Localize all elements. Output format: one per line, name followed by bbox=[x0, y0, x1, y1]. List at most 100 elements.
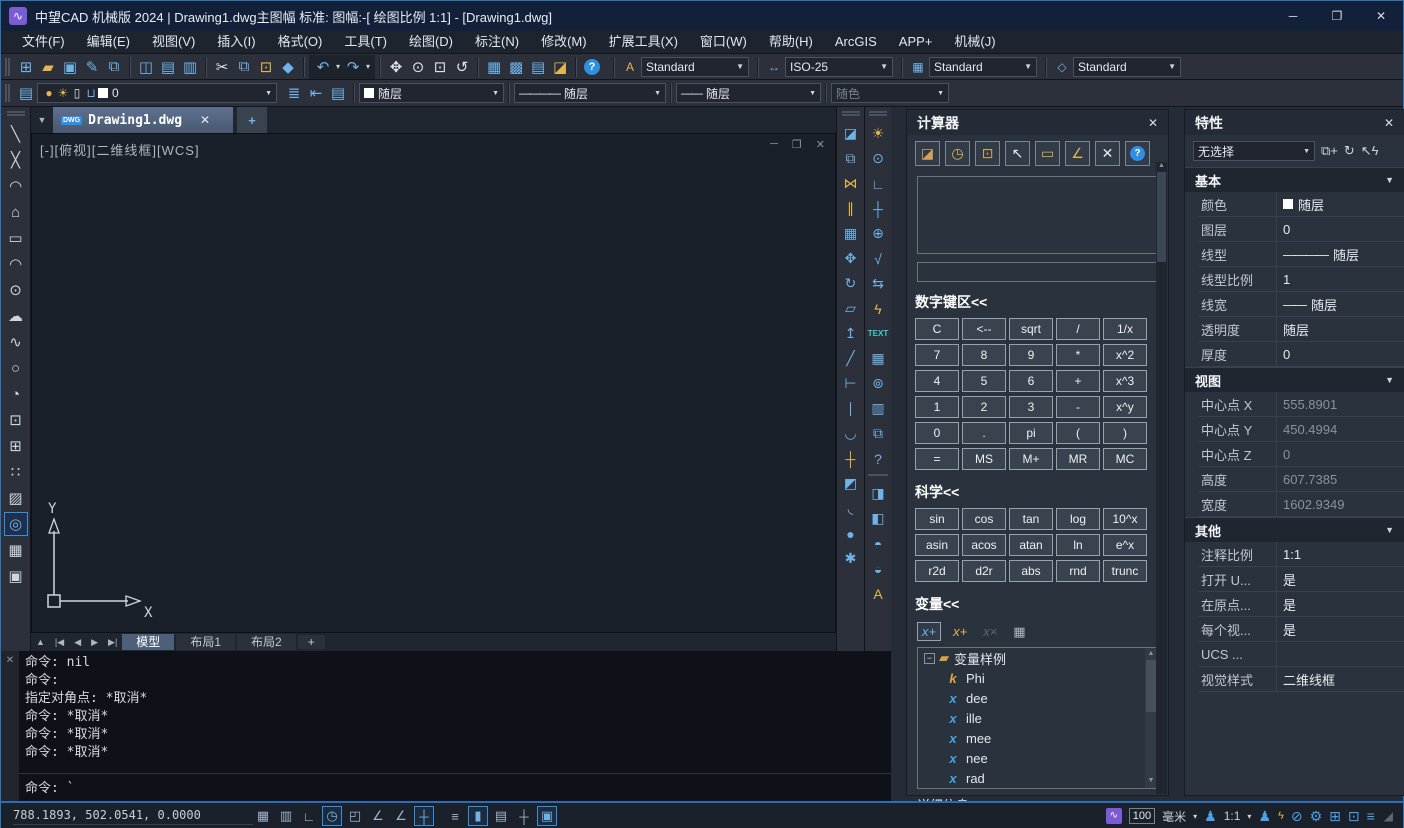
key-6[interactable]: 6 bbox=[1009, 370, 1053, 392]
hatch-button[interactable]: ▨ bbox=[4, 486, 28, 510]
key-trunc[interactable]: trunc bbox=[1103, 560, 1147, 582]
prop-row-ucs-name[interactable]: UCS ... bbox=[1199, 642, 1404, 667]
menu-app-plus[interactable]: APP+ bbox=[888, 31, 944, 53]
copy-clip-button[interactable]: ⧉ bbox=[233, 56, 255, 78]
circle-button[interactable]: ⊙ bbox=[4, 278, 28, 302]
purge-button[interactable]: ◪ bbox=[549, 56, 571, 78]
zoom-previous-button[interactable]: ↺ bbox=[451, 56, 473, 78]
key-abs[interactable]: abs bbox=[1009, 560, 1053, 582]
chevron-down-icon[interactable]: ▼ bbox=[1297, 148, 1310, 155]
menu-mechanical[interactable]: 机械(J) bbox=[943, 31, 1006, 53]
calc-input-field[interactable] bbox=[917, 262, 1158, 282]
prop-row-lineweight[interactable]: 线宽 ——随层 bbox=[1199, 292, 1404, 317]
spline-button[interactable]: ∿ bbox=[4, 330, 28, 354]
command-history[interactable]: 命令: nil 命令: 指定对角点: *取消* 命令: *取消* 命令: *取消… bbox=[19, 651, 891, 773]
collapse-icon[interactable]: − bbox=[924, 653, 935, 664]
chevron-down-icon[interactable]: ▾ bbox=[1247, 812, 1251, 821]
polar-toggle[interactable]: ◷ bbox=[322, 806, 342, 826]
annotation-toggle[interactable]: ▤ bbox=[491, 806, 511, 826]
command-close-icon[interactable]: ✕ bbox=[6, 655, 14, 666]
grid-toggle[interactable]: ▦ bbox=[253, 806, 273, 826]
document-tab[interactable]: DWG Drawing1.dwg ✕ bbox=[53, 107, 233, 133]
resize-grip[interactable]: ◢ bbox=[1384, 809, 1393, 823]
drawing-canvas[interactable]: [-][俯视][二维线框][WCS] ─ ❐ ✕ Y X bbox=[31, 133, 836, 633]
toolbar-grip[interactable] bbox=[869, 111, 887, 116]
annotation-visibility-icon[interactable]: ♟ bbox=[1258, 808, 1271, 825]
dynamic-input-toggle[interactable]: ▣ bbox=[537, 806, 557, 826]
mech-help-button[interactable]: ? bbox=[867, 446, 889, 471]
key-mc[interactable]: MC bbox=[1103, 448, 1147, 470]
prop-row-center-z[interactable]: 中心点 Z 0 bbox=[1199, 442, 1404, 467]
properties-close-icon[interactable]: ✕ bbox=[1384, 116, 1394, 130]
key-ln[interactable]: ln bbox=[1056, 534, 1100, 556]
open-file-button[interactable]: ▰ bbox=[37, 56, 59, 78]
plot-preview-button[interactable]: ◫ bbox=[135, 56, 157, 78]
scientific-section-label[interactable]: 科学<< bbox=[907, 472, 1168, 506]
scroll-up-icon[interactable]: ▲ bbox=[1156, 162, 1167, 169]
menu-file[interactable]: 文件(F) bbox=[11, 31, 76, 53]
layer-previous-button[interactable]: ⇤ bbox=[305, 82, 327, 104]
key-sqrt[interactable]: sqrt bbox=[1009, 318, 1053, 340]
toolbar-grip[interactable] bbox=[842, 111, 860, 116]
scale-value-box[interactable]: 100 bbox=[1129, 808, 1155, 824]
key-plus[interactable]: + bbox=[1056, 370, 1100, 392]
menu-edit[interactable]: 编辑(E) bbox=[76, 31, 141, 53]
new-document-tab-button[interactable]: + bbox=[237, 107, 267, 133]
new-variable-button[interactable]: x+ bbox=[917, 622, 941, 641]
table-button[interactable]: ▦ bbox=[4, 538, 28, 562]
calc-clear-button[interactable]: ◪ bbox=[915, 141, 940, 166]
lineweight-list-toggle[interactable]: ≡ bbox=[445, 806, 465, 826]
chevron-down-icon[interactable]: ▼ bbox=[1385, 375, 1394, 385]
menu-arcgis[interactable]: ArcGIS bbox=[824, 31, 888, 53]
point-button[interactable]: ∷ bbox=[4, 460, 28, 484]
trim-button[interactable]: ╱ bbox=[840, 346, 862, 371]
select-objects-button[interactable]: ↻ bbox=[1344, 143, 1355, 159]
redo-button[interactable]: ↷ bbox=[342, 56, 364, 78]
command-input[interactable]: 命令: ` bbox=[19, 773, 891, 801]
lineweight-combo[interactable]: —— 随层 ▼ bbox=[676, 83, 821, 103]
make-block-button[interactable]: ⊞ bbox=[4, 434, 28, 458]
offset-button[interactable]: ∥ bbox=[840, 196, 862, 221]
calc-history-box[interactable] bbox=[917, 176, 1158, 254]
key-divide[interactable]: / bbox=[1056, 318, 1100, 340]
center-mark-button[interactable]: ⊕ bbox=[867, 221, 889, 246]
bring-to-front-button[interactable]: ◨ bbox=[867, 481, 889, 506]
break-line-button[interactable]: ϟ bbox=[867, 296, 889, 321]
polyline-button[interactable]: ◠ bbox=[4, 174, 28, 198]
ellipse-button[interactable]: ○ bbox=[4, 356, 28, 380]
prop-row-visual-style[interactable]: 视觉样式 二维线框 bbox=[1199, 667, 1404, 692]
key-atan[interactable]: atan bbox=[1009, 534, 1053, 556]
layout-menu-icon[interactable]: ▲ bbox=[31, 637, 50, 647]
show-lineweight-toggle[interactable]: ▮ bbox=[468, 806, 488, 826]
publish-button[interactable]: ▥ bbox=[179, 56, 201, 78]
send-to-back-button[interactable]: ◧ bbox=[867, 506, 889, 531]
pan-button[interactable]: ✥ bbox=[385, 56, 407, 78]
chevron-down-icon[interactable]: ▼ bbox=[874, 62, 888, 71]
dynamic-ucs-toggle[interactable]: ┼ bbox=[514, 806, 534, 826]
revision-cloud-button[interactable]: ☁ bbox=[4, 304, 28, 328]
maximize-button[interactable]: ❐ bbox=[1315, 1, 1359, 31]
key-9[interactable]: 9 bbox=[1009, 344, 1053, 366]
rotate-button[interactable]: ↻ bbox=[840, 271, 862, 296]
snap-toggle[interactable]: ▥ bbox=[276, 806, 296, 826]
menu-draw[interactable]: 绘图(D) bbox=[398, 31, 464, 53]
layer-combo[interactable]: ● ☀ ▯ ⊔ 0 ▼ bbox=[37, 83, 277, 103]
variables-section-label[interactable]: 变量<< bbox=[907, 584, 1168, 618]
scroll-thumb[interactable] bbox=[1146, 660, 1156, 712]
line-button[interactable]: ╲ bbox=[4, 122, 28, 146]
prop-row-thickness[interactable]: 厚度 0 bbox=[1199, 342, 1404, 367]
key-rnd[interactable]: rnd bbox=[1056, 560, 1100, 582]
text-style-combo[interactable]: Standard ▼ bbox=[641, 57, 749, 77]
menu-window[interactable]: 窗口(W) bbox=[689, 31, 758, 53]
mleader-style-combo[interactable]: Standard ▼ bbox=[1073, 57, 1181, 77]
calc-get-angle-button[interactable]: ∠ bbox=[1065, 141, 1090, 166]
chevron-down-icon[interactable]: ▼ bbox=[730, 62, 744, 71]
key-5[interactable]: 5 bbox=[962, 370, 1006, 392]
key-asin[interactable]: asin bbox=[915, 534, 959, 556]
menu-express-tools[interactable]: 扩展工具(X) bbox=[598, 31, 689, 53]
layer-properties-button[interactable]: ▦ bbox=[483, 56, 505, 78]
chevron-down-icon[interactable]: ▼ bbox=[1162, 62, 1176, 71]
linetype-combo[interactable]: ———— 随层 ▼ bbox=[514, 83, 666, 103]
key-mr[interactable]: MR bbox=[1056, 448, 1100, 470]
layer-lock-icon[interactable]: ⊔ bbox=[84, 82, 98, 104]
